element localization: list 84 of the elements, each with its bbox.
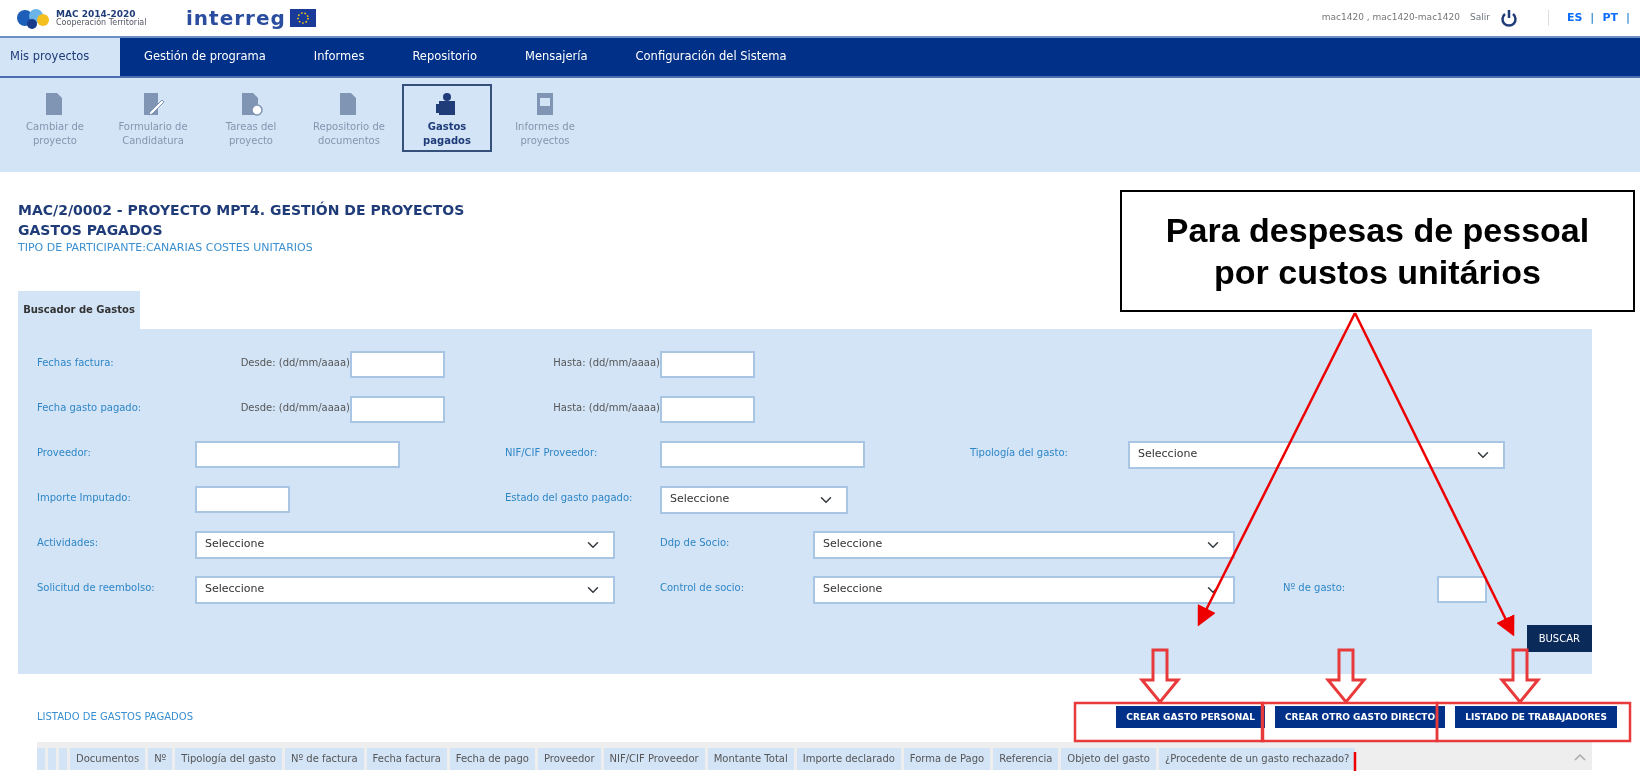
field-label: Estado del gasto pagado: (505, 490, 634, 505)
field-label: Fechas factura: (37, 355, 115, 370)
toolbar-button[interactable]: Gastos pagados (402, 84, 492, 152)
flag-icon (289, 9, 316, 27)
nav-tab[interactable]: Gestión de programa (120, 38, 290, 76)
language-link[interactable]: ES (1566, 9, 1583, 27)
field-label: Importe Imputado: (37, 490, 132, 505)
column-header: Importe declarado (796, 747, 901, 770)
search-tab[interactable]: Buscador de Gastos (18, 290, 140, 329)
field-label: NIF/CIF Proveedor: (505, 445, 599, 460)
search-button[interactable]: BUSCAR (1526, 624, 1592, 652)
input-field[interactable] (1437, 575, 1487, 603)
input-field[interactable] (195, 440, 400, 468)
input-field[interactable] (660, 350, 755, 378)
power-icon (1499, 9, 1518, 27)
separator: | (1625, 9, 1630, 26)
input-field[interactable] (350, 350, 445, 378)
column-header: Montante Total (707, 747, 794, 770)
column-header: Documentos (70, 747, 146, 770)
field-label: Nº de gasto: (1283, 580, 1347, 595)
down-arrow-icon (1498, 648, 1542, 705)
header-cell (37, 747, 45, 770)
scroll-up-icon (1574, 753, 1586, 761)
logo-icon (16, 6, 50, 30)
nav-tab[interactable]: Informes (289, 38, 389, 76)
date-format-label: Desde: (dd/mm/aaaa) (239, 355, 350, 370)
column-header: ¿Procedente de un gasto rechazado? (1158, 747, 1356, 770)
nav-tab[interactable]: Repositorio (388, 38, 501, 76)
down-arrow-icon (1138, 648, 1182, 705)
separator: | (1590, 9, 1595, 26)
nav-tab[interactable]: Configuración del Sistema (611, 38, 811, 76)
select-field[interactable]: Seleccione (195, 575, 615, 604)
action-button[interactable]: CREAR GASTO PERSONAL (1116, 705, 1265, 728)
select-field[interactable]: Seleccione (660, 485, 848, 514)
input-field[interactable] (660, 395, 755, 423)
column-header: Tipología del gasto (175, 747, 282, 770)
column-header: NIF/CIF Proveedor (603, 747, 705, 770)
column-header: Nº de factura (284, 747, 364, 770)
column-header: Fecha de pago (449, 747, 535, 770)
callout-text: por custos unitários (1214, 252, 1541, 293)
column-header: Proveedor (537, 747, 601, 770)
logo-title: MAC 2014-2020 (56, 9, 136, 19)
column-header: Fecha factura (366, 747, 447, 770)
down-arrow-icon (1324, 648, 1368, 705)
page-subtitle: GASTOS PAGADOS (18, 221, 163, 240)
field-label: Fecha gasto pagado: (37, 400, 143, 415)
date-format-label: Hasta: (dd/mm/aaaa) (552, 355, 660, 370)
brand-logo: interreg (186, 5, 286, 32)
field-label: Tipología del gasto: (970, 445, 1069, 460)
field-label: Proveedor: (37, 445, 92, 460)
document-icon (141, 92, 165, 116)
column-header: Forma de Pago (903, 747, 991, 770)
input-field[interactable] (660, 440, 865, 468)
page-title: MAC/2/0002 - PROYECTO MPT4. GESTIÓN DE PROYECTOS (18, 200, 465, 220)
document-icon (239, 92, 263, 116)
column-header: Nº (148, 747, 173, 770)
field-label: Ddp de Socio: (660, 535, 731, 550)
header-cell (48, 747, 56, 770)
select-field[interactable]: Seleccione (813, 530, 1235, 559)
list-title: LISTADO DE GASTOS PAGADOS (37, 710, 193, 724)
column-header: Objeto del gasto (1061, 747, 1156, 770)
column-header: Referencia (993, 747, 1059, 770)
date-format-label: Desde: (dd/mm/aaaa) (239, 400, 350, 415)
field-label: Actividades: (37, 535, 100, 550)
select-field[interactable]: Seleccione (1128, 440, 1505, 469)
logo-subtitle: Cooperación Territorial (56, 18, 147, 27)
nav-tab[interactable]: Mensajería (500, 38, 612, 76)
input-field[interactable] (195, 485, 290, 513)
user-name: mac1420 , mac1420-mac1420 (1321, 11, 1460, 25)
select-field[interactable]: Seleccione (195, 530, 615, 559)
select-field[interactable]: Seleccione (813, 575, 1235, 604)
language-link[interactable]: PT (1602, 9, 1618, 27)
action-button[interactable]: LISTADO DE TRABAJADORES (1455, 705, 1617, 728)
logout-link[interactable]: Salir (1470, 11, 1490, 25)
header-cell (59, 747, 67, 770)
callout-text: Para despesas de pessoal (1165, 209, 1590, 251)
leader-line (1353, 752, 1357, 771)
field-label: Solicitud de reembolso: (37, 580, 156, 595)
input-field[interactable] (350, 395, 445, 423)
field-label: Control de socio: (660, 580, 746, 595)
date-format-label: Hasta: (dd/mm/aaaa) (552, 400, 660, 415)
action-button[interactable]: CREAR OTRO GASTO DIRECTO (1274, 705, 1446, 728)
nav-tab[interactable]: Mis proyectos (0, 38, 120, 76)
participant-type: TIPO DE PARTICIPANTE:CANARIAS COSTES UNITARIOS (18, 240, 314, 256)
